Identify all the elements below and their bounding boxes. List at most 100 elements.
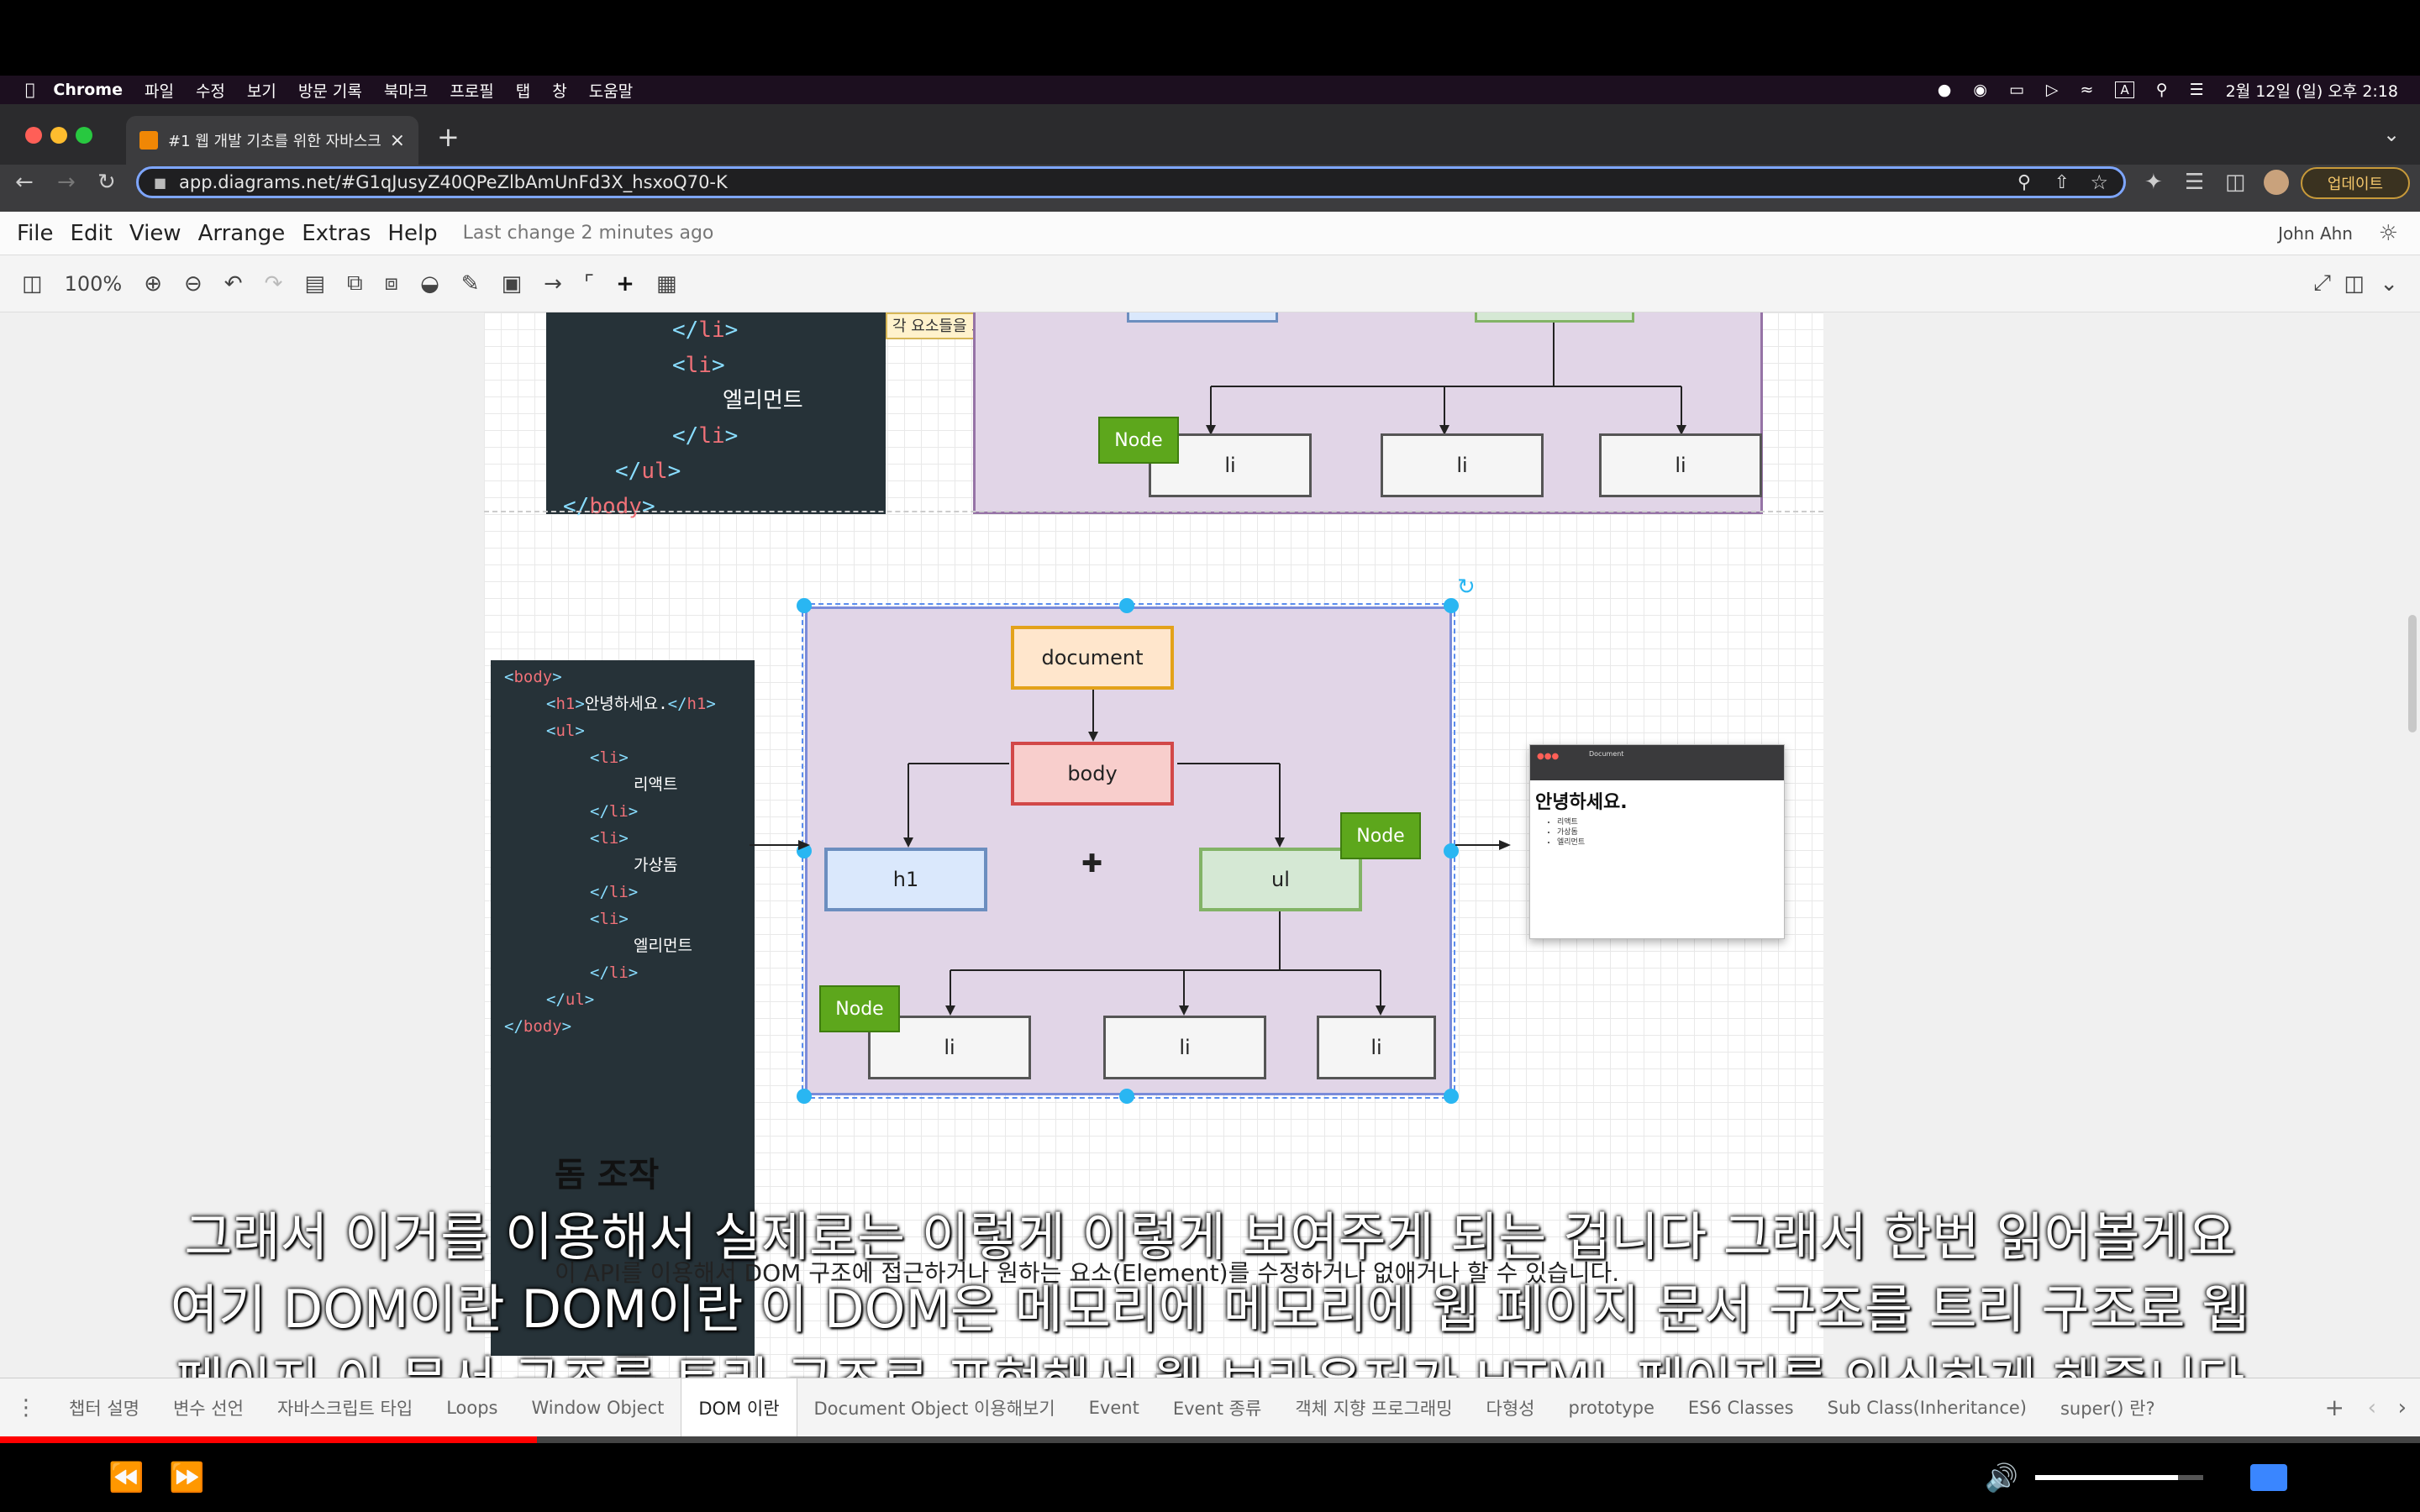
waypoints-icon[interactable]: ⌜ [584,271,594,297]
document-node[interactable]: document [1011,626,1174,690]
user-name[interactable]: John Ahn [2278,223,2353,244]
reading-list-icon[interactable]: ☰ [2185,170,2204,195]
line-color-icon[interactable]: ✎ [461,271,480,297]
page-tab[interactable]: Document Object 이용해보기 [797,1395,1072,1420]
menu-file[interactable]: 파일 [145,79,174,102]
browser-preview-image[interactable]: ●●● Document 안녕하세요. 리액트 가상돔 엘리먼트 [1529,744,1785,939]
browser-tab[interactable]: #1 웹 개발 기초를 위한 자바스크립트 × [126,116,418,165]
undo-icon[interactable]: ↶ [224,271,243,297]
speed-down-icon[interactable]: ▼ [1845,1465,1862,1490]
zoom-icon[interactable]: ⚲ [2018,172,2031,193]
selection-handle[interactable] [1119,598,1134,613]
wifi-icon[interactable]: ≈ [2081,81,2094,99]
to-back-icon[interactable]: ⧈ [385,270,399,297]
body-node[interactable]: body [1011,742,1174,806]
page-tab[interactable]: 자바스크립트 타입 [260,1395,429,1420]
redo-icon[interactable]: ↷ [265,271,283,297]
selection-handle[interactable] [797,598,812,613]
delete-icon[interactable]: ▤ [304,271,325,297]
rewind-icon[interactable]: ⏪ [108,1461,144,1494]
theme-icon[interactable]: ☼ [2379,221,2398,246]
tab-close-icon[interactable]: × [390,130,405,151]
insert-icon[interactable]: + [616,271,634,297]
spotlight-icon[interactable]: ⚲ [2156,81,2168,99]
battery-icon[interactable]: ▭ [2009,81,2024,99]
menu-drawio-file[interactable]: File [17,221,54,246]
forward-icon[interactable]: → [57,170,76,195]
page-tab[interactable]: 변수 선언 [156,1395,260,1420]
menubar-clock[interactable]: 2월 12일 (일) 오후 2:18 [2226,79,2398,102]
tab-search-icon[interactable]: ⌄ [2383,123,2400,146]
close-window-icon[interactable] [25,127,42,144]
menu-bookmarks[interactable]: 북마크 [384,79,428,102]
top-tree-container[interactable]: li li li Node [973,312,1763,514]
menu-view[interactable]: 보기 [247,79,276,102]
selection-handle[interactable] [1119,1089,1134,1104]
menu-drawio-extras[interactable]: Extras [302,221,371,246]
pause-icon[interactable]: ❚❚ [18,1458,75,1497]
to-front-icon[interactable]: ⧉ [347,270,363,297]
speed-up-icon[interactable]: ▲ [1926,1465,1943,1490]
volume-icon[interactable]: 🔊 [1985,1462,2018,1494]
page-tab[interactable]: Loops [429,1398,514,1418]
menu-drawio-help[interactable]: Help [387,221,437,246]
top-li-node[interactable]: li [1599,433,1762,497]
connection-icon[interactable]: → [544,271,562,297]
collapse-icon[interactable]: ⌄ [2380,271,2398,297]
menu-app-name[interactable]: Chrome [53,81,123,99]
menu-drawio-edit[interactable]: Edit [71,221,113,246]
settings-gear-icon[interactable]: ⚙ [2319,1461,2344,1494]
playback-speed[interactable]: 2x [1881,1465,1907,1490]
section-title[interactable]: 돔 조작 [555,1147,659,1196]
zoom-level[interactable]: 100% [65,272,123,296]
menu-drawio-view[interactable]: View [129,221,182,246]
record-icon[interactable]: ● [1938,81,1952,99]
menu-tab[interactable]: 탭 [516,79,530,102]
shadow-icon[interactable]: ▣ [502,271,523,297]
page-tab[interactable]: 객체 지향 프로그래밍 [1278,1395,1469,1420]
zoom-window-icon[interactable] [76,127,92,144]
format-panel-icon[interactable]: ◫ [22,271,43,297]
scroll-right-icon[interactable]: › [2398,1395,2407,1420]
h1-node[interactable]: h1 [824,848,987,911]
share-icon[interactable]: ⇧ [2054,172,2070,193]
bookmark-star-icon[interactable]: ☆ [2090,171,2108,194]
zoom-in-icon[interactable]: ⊕ [144,271,162,297]
menu-history[interactable]: 방문 기록 [298,79,362,102]
table-icon[interactable]: ▦ [656,271,677,297]
top-code-block[interactable]: </li> <li> 엘리먼트 </li> </ul> </body> [546,312,886,519]
play-icon[interactable]: ▷ [2046,81,2059,99]
last-change-status[interactable]: Last change 2 minutes ago [463,223,714,244]
page-tab[interactable]: Event 종류 [1156,1395,1278,1420]
selection-handle[interactable] [1444,1089,1459,1104]
menu-edit[interactable]: 수정 [196,79,225,102]
address-bar[interactable]: ■ app.diagrams.net/#G1qJusyZ40QPeZlbAmUn… [136,166,2126,198]
menu-window[interactable]: 창 [552,79,566,102]
fullscreen-icon[interactable]: ⤢ [2313,270,2331,297]
selection-handle[interactable] [797,1089,812,1104]
page-tab[interactable]: 다형성 [1470,1395,1552,1420]
update-button[interactable]: 업데이트 [2301,167,2410,199]
scroll-left-icon[interactable]: ‹ [2368,1395,2376,1420]
selection-handle[interactable] [1444,598,1459,613]
ab-repeat-button[interactable]: A-B [234,1465,271,1490]
li-node[interactable]: li [1317,1016,1436,1079]
dom-tree-container[interactable]: document body h1 ul Node li li li Node ✚ [802,603,1455,1099]
subtitles-icon[interactable] [2249,1464,2287,1491]
rotate-handle-icon[interactable]: ↻ [1457,575,1476,600]
menu-drawio-arrange[interactable]: Arrange [198,221,286,246]
grammarly-icon[interactable]: ◉ [1973,81,1987,99]
page-tab[interactable]: Window Object [515,1398,681,1418]
page-tab[interactable]: prototype [1552,1398,1671,1418]
menu-help[interactable]: 도움말 [589,79,633,102]
fill-color-icon[interactable]: ◒ [420,271,439,297]
new-tab-button[interactable]: + [437,121,460,153]
profile-avatar[interactable] [2264,170,2289,195]
reload-icon[interactable]: ↻ [97,170,116,195]
control-center-icon[interactable]: ☰ [2190,81,2204,99]
add-page-icon[interactable]: + [2325,1394,2344,1421]
back-icon[interactable]: ← [15,170,34,195]
menu-profile[interactable]: 프로필 [450,79,493,102]
fast-forward-icon[interactable]: ⏩ [169,1461,204,1494]
page-menu-icon[interactable]: ⋮ [0,1395,52,1420]
